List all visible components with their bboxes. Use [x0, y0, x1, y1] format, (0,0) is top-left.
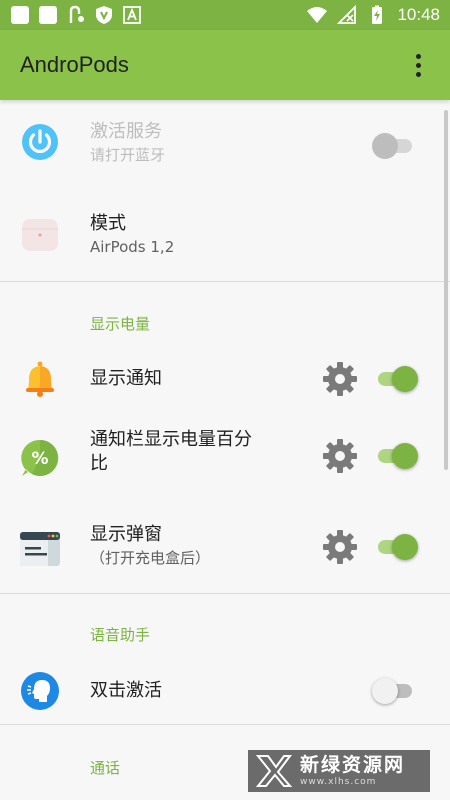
notification-icons — [10, 5, 142, 25]
mode-summary: AirPods 1,2 — [90, 238, 175, 256]
show-popup-summary: （打开充电盒后） — [90, 549, 211, 567]
double-tap-switch[interactable] — [372, 676, 418, 706]
wifi-icon — [307, 7, 328, 23]
activate-service-summary: 请打开蓝牙 — [90, 146, 166, 164]
power-icon — [20, 122, 60, 162]
show-notification-row[interactable]: 显示通知 — [0, 348, 450, 410]
show-popup-text: 显示弹窗 （打开充电盒后） — [90, 523, 210, 569]
divider — [0, 724, 450, 725]
show-popup-switch[interactable] — [372, 532, 418, 562]
show-notification-switch[interactable] — [372, 364, 418, 394]
activate-service-text: 激活服务 请打开蓝牙 — [90, 120, 165, 166]
airpods-case-icon — [20, 215, 60, 255]
preferences-list: 激活服务 请打开蓝牙 模式 AirPods 1,2 显示电量 显示通知 % 通知… — [0, 100, 450, 800]
font-icon — [123, 6, 141, 24]
status-bar-percent-row[interactable]: % 通知栏显示电量百分 比 — [0, 418, 450, 498]
double-tap-text: 双击激活 — [90, 679, 162, 703]
gear-icon[interactable] — [322, 529, 358, 565]
show-notification-text: 显示通知 — [90, 367, 162, 391]
show-notification-title: 显示通知 — [90, 368, 162, 389]
shield-icon — [96, 6, 112, 24]
popup-window-icon — [20, 528, 60, 568]
status-bar: 10:48 — [0, 0, 450, 30]
show-popup-title: 显示弹窗 — [90, 524, 162, 545]
overflow-menu-button[interactable] — [406, 45, 430, 85]
app-bar: AndroPods — [0, 30, 450, 100]
more-vert-icon — [415, 71, 421, 77]
more-vert-icon — [415, 62, 421, 68]
watermark-url: www.xlhs.com — [300, 777, 377, 787]
double-tap-title: 双击激活 — [90, 680, 162, 701]
voice-section-header: 语音助手 — [90, 626, 151, 644]
status-bar-percent-title-line1: 通知栏显示电量百分 — [90, 429, 252, 450]
app-title: AndroPods — [20, 52, 129, 77]
bell-icon — [20, 359, 60, 399]
double-tap-row[interactable]: 双击激活 — [0, 660, 450, 722]
status-bar-percent-switch[interactable] — [372, 441, 418, 471]
watermark: 新绿资源网 www.xlhs.com — [248, 750, 430, 792]
call-section-header: 通话 — [90, 759, 121, 777]
watermark-logo-icon — [256, 755, 292, 787]
activate-service-switch[interactable] — [372, 131, 418, 161]
activate-service-title: 激活服务 — [90, 121, 162, 142]
divider — [0, 593, 450, 594]
watermark-text: 新绿资源网 www.xlhs.com — [300, 754, 405, 788]
activate-service-row[interactable]: 激活服务 请打开蓝牙 — [0, 100, 450, 190]
mode-row[interactable]: 模式 AirPods 1,2 — [0, 190, 450, 280]
battery-section-header: 显示电量 — [90, 315, 151, 333]
status-bar-percent-title-line2: 比 — [90, 453, 108, 474]
app-notification-icon — [11, 6, 29, 24]
status-bar-percent-text: 通知栏显示电量百分 比 — [90, 428, 252, 476]
gear-icon[interactable] — [322, 361, 358, 397]
wear-app-icon — [69, 5, 84, 23]
system-icons: 10:48 — [307, 5, 440, 25]
voice-head-icon — [20, 671, 60, 711]
percent-chat-icon: % — [20, 438, 60, 478]
mode-text: 模式 AirPods 1,2 — [90, 212, 174, 258]
clock: 10:48 — [397, 5, 440, 24]
scrollbar[interactable] — [444, 110, 448, 470]
more-vert-icon — [415, 53, 421, 59]
show-popup-row[interactable]: 显示弹窗 （打开充电盒后） — [0, 510, 450, 590]
battery-charging-icon — [372, 5, 383, 24]
mode-title: 模式 — [90, 213, 126, 234]
svg-text:%: % — [31, 449, 48, 469]
watermark-name: 新绿资源网 — [300, 754, 406, 776]
no-signal-icon — [337, 5, 357, 24]
app-notification-icon — [39, 6, 57, 24]
gear-icon[interactable] — [322, 438, 358, 474]
divider — [0, 281, 450, 282]
